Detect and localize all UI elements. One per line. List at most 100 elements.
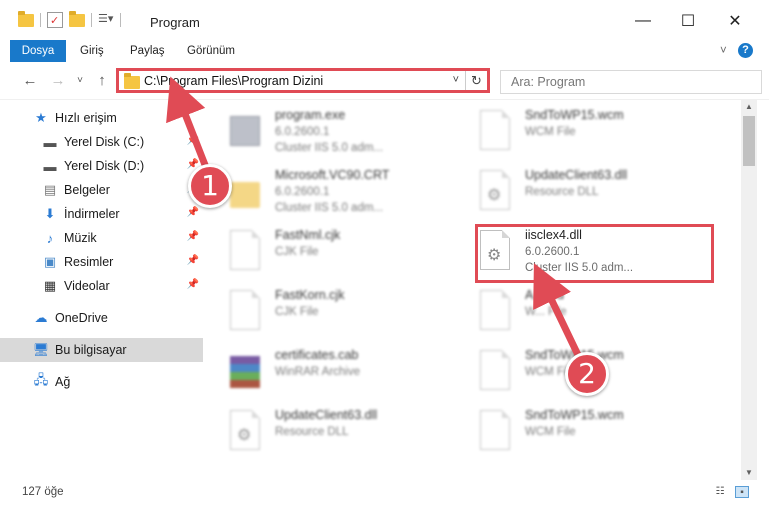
file-type: WCM File bbox=[525, 426, 576, 438]
navigation-pane: ★ Hızlı erişim ▬ Yerel Disk (C:) 📌 ▬ Yer… bbox=[0, 100, 205, 480]
help-icon[interactable]: ? bbox=[738, 43, 753, 58]
sidebar-item-quick-access[interactable]: ★ Hızlı erişim bbox=[0, 106, 203, 130]
sidebar-item-label: OneDrive bbox=[55, 311, 108, 325]
file-item[interactable]: SndToWP15.wcm WCM File bbox=[455, 104, 685, 164]
pictures-icon: ▣ bbox=[43, 254, 57, 269]
dll-icon: ⚙ bbox=[480, 170, 514, 214]
computer-icon: 🖥 bbox=[32, 342, 50, 357]
search-placeholder: Ara: Program bbox=[511, 75, 586, 89]
tab-home[interactable]: Giriş bbox=[70, 40, 114, 62]
sidebar-item-label: Bu bilgisayar bbox=[55, 343, 127, 357]
address-path[interactable]: C:\Program Files\Program Dizini bbox=[144, 74, 323, 88]
file-item[interactable]: A...wrd W... File bbox=[455, 284, 685, 344]
vertical-scrollbar[interactable]: ▲ ▼ bbox=[741, 100, 757, 480]
folder-icon[interactable] bbox=[18, 10, 34, 27]
sidebar-item-label: Yerel Disk (D:) bbox=[64, 159, 145, 173]
file-name: A...wrd bbox=[525, 288, 564, 302]
sidebar-item-documents[interactable]: ▤ Belgeler 📌 bbox=[0, 178, 203, 202]
properties-icon[interactable]: ✓ bbox=[47, 12, 63, 28]
sidebar-item-label: Ağ bbox=[55, 375, 71, 389]
file-item[interactable]: Microsoft.VC90.CRT 6.0.2600.1 Cluster II… bbox=[205, 164, 435, 224]
file-type: Resource DLL bbox=[275, 426, 349, 438]
pin-icon: 📌 bbox=[186, 279, 199, 290]
large-icons-view-icon[interactable]: ▪ bbox=[735, 486, 749, 498]
quick-access-toolbar: ✓ ☰▾ bbox=[18, 10, 121, 28]
title-bar: ✓ ☰▾ Program — ☐ ✕ bbox=[0, 0, 769, 40]
address-dropdown-icon[interactable]: ˅ bbox=[453, 74, 459, 86]
document-icon bbox=[230, 230, 264, 274]
address-bar[interactable]: C:\Program Files\Program Dizini ˅ ↻ bbox=[116, 68, 490, 93]
documents-icon: ▤ bbox=[43, 182, 57, 197]
pin-icon: 📌 bbox=[186, 231, 199, 242]
executable-icon bbox=[230, 110, 264, 154]
document-icon bbox=[480, 290, 514, 334]
sidebar-item-videos[interactable]: ▦ Videolar 📌 bbox=[0, 274, 203, 298]
archive-icon bbox=[230, 350, 264, 394]
sidebar-item-disk-c[interactable]: ▬ Yerel Disk (C:) 📌 bbox=[0, 130, 203, 154]
file-name: SndToWP15.wcm bbox=[525, 108, 624, 122]
sidebar-item-onedrive[interactable]: ☁ OneDrive bbox=[0, 306, 203, 330]
sidebar-item-label: Hızlı erişim bbox=[55, 111, 117, 125]
recent-locations-button[interactable]: ˅ bbox=[70, 70, 90, 90]
scroll-up-icon[interactable]: ▲ bbox=[741, 100, 757, 114]
up-button[interactable]: ↑ bbox=[92, 70, 112, 90]
file-item[interactable]: FastKorn.cjk CJK File bbox=[205, 284, 435, 344]
file-type: WCM File bbox=[525, 126, 576, 138]
file-name: FastKorn.cjk bbox=[275, 288, 345, 302]
step-badge-2: 2 bbox=[565, 352, 609, 396]
scroll-thumb[interactable] bbox=[743, 116, 755, 166]
search-input[interactable]: Ara: Program bbox=[500, 70, 762, 94]
file-item[interactable]: ⚙ UpdateClient63.dll Resource DLL bbox=[455, 164, 685, 224]
drive-icon: ▬ bbox=[43, 134, 57, 150]
customize-toolbar-icon[interactable]: ☰▾ bbox=[98, 12, 114, 28]
sidebar-item-label: Müzik bbox=[64, 231, 97, 245]
network-icon: 🖧 bbox=[33, 372, 49, 387]
tab-view[interactable]: Görünüm bbox=[177, 40, 245, 62]
divider bbox=[40, 13, 41, 27]
details-view-icon[interactable]: ☷ bbox=[713, 486, 727, 498]
new-folder-icon[interactable] bbox=[69, 10, 85, 27]
maximize-button[interactable]: ☐ bbox=[665, 6, 711, 36]
sidebar-item-label: Belgeler bbox=[64, 183, 110, 197]
sidebar-item-music[interactable]: ♪ Müzik 📌 bbox=[0, 226, 203, 250]
highlight-box bbox=[475, 224, 714, 283]
tab-share[interactable]: Paylaş bbox=[120, 40, 175, 62]
refresh-button[interactable]: ↻ bbox=[465, 71, 487, 90]
file-item[interactable]: FastNml.cjk CJK File bbox=[205, 224, 435, 284]
close-button[interactable]: ✕ bbox=[712, 6, 758, 36]
sidebar-item-label: Yerel Disk (C:) bbox=[64, 135, 145, 149]
sidebar-item-this-pc[interactable]: 🖥 Bu bilgisayar bbox=[0, 338, 203, 362]
sidebar-item-pictures[interactable]: ▣ Resimler 📌 bbox=[0, 250, 203, 274]
sidebar-item-disk-d[interactable]: ▬ Yerel Disk (D:) 📌 bbox=[0, 154, 203, 178]
star-icon: ★ bbox=[35, 110, 47, 125]
file-type: WinRAR Archive bbox=[275, 366, 360, 378]
sidebar-item-network[interactable]: 🖧 Ağ bbox=[0, 370, 203, 394]
ribbon-expand-icon[interactable]: ˅ bbox=[710, 40, 737, 62]
minimize-button[interactable]: — bbox=[620, 6, 666, 36]
sidebar-item-label: Resimler bbox=[64, 255, 114, 269]
download-icon: ⬇ bbox=[44, 206, 56, 221]
file-name: SndToWP15.wcm bbox=[525, 408, 624, 422]
file-version: 6.0.2600.1 bbox=[275, 186, 330, 198]
document-icon bbox=[230, 290, 264, 334]
back-button[interactable]: ← bbox=[20, 70, 40, 90]
pin-icon: 📌 bbox=[186, 135, 199, 146]
file-list: program.exe 6.0.2600.1 Cluster IIS 5.0 a… bbox=[205, 100, 741, 480]
forward-button[interactable]: → bbox=[48, 70, 68, 90]
file-version: 6.0.2600.1 bbox=[275, 126, 330, 138]
scroll-down-icon[interactable]: ▼ bbox=[741, 466, 757, 480]
file-name: Microsoft.VC90.CRT bbox=[275, 168, 390, 182]
step-badge-1: 1 bbox=[188, 164, 232, 208]
file-item[interactable]: SndToWP15.wcm WCM File bbox=[455, 404, 685, 464]
tab-file[interactable]: Dosya bbox=[10, 40, 66, 62]
file-item[interactable]: certificates.cab WinRAR Archive bbox=[205, 344, 435, 404]
file-item[interactable]: program.exe 6.0.2600.1 Cluster IIS 5.0 a… bbox=[205, 104, 435, 164]
file-type: CJK File bbox=[275, 246, 319, 258]
document-icon bbox=[480, 350, 514, 394]
folder-icon bbox=[230, 170, 264, 214]
music-icon: ♪ bbox=[46, 230, 54, 246]
file-name: UpdateClient63.dll bbox=[525, 168, 628, 182]
file-type: Resource DLL bbox=[525, 186, 599, 198]
file-item[interactable]: ⚙ UpdateClient63.dll Resource DLL bbox=[205, 404, 435, 464]
sidebar-item-downloads[interactable]: ⬇ İndirmeler 📌 bbox=[0, 202, 203, 226]
